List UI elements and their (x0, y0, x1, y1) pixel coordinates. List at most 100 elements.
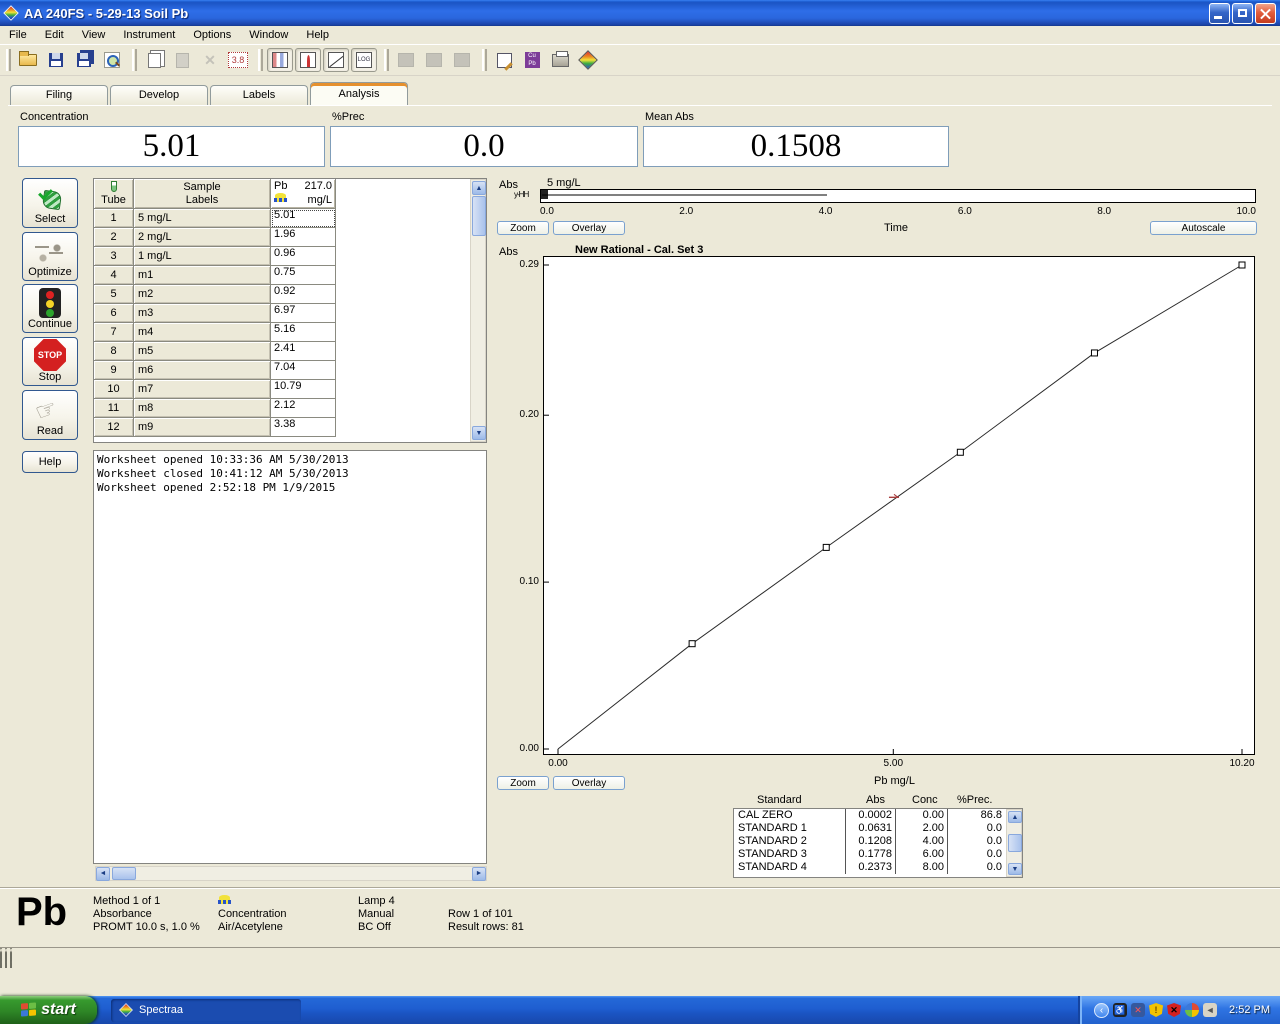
menu-item[interactable]: Instrument (114, 27, 184, 43)
sample-value-cell[interactable]: 2.41 (271, 342, 336, 361)
tube-number-cell[interactable]: 10 (94, 380, 134, 399)
tube-number-cell[interactable]: 8 (94, 342, 134, 361)
worksheet-tab[interactable]: MPH 503_Water 4-24-14 Pb 02 (10, 948, 12, 968)
standard-row[interactable]: STANDARD 2 0.1208 4.00 0.0 (734, 835, 1006, 848)
select-button[interactable]: Select (22, 178, 78, 228)
worksheet-tab[interactable]: 060614 (0, 948, 2, 968)
save-button[interactable] (43, 48, 69, 72)
hide-icons-chevron[interactable]: ‹ (1094, 1003, 1109, 1018)
standard-row[interactable]: CAL ZERO 0.0002 0.00 86.8 (734, 809, 1006, 822)
scroll-thumb[interactable] (112, 867, 136, 880)
sample-value-cell[interactable]: 5.01 (271, 209, 336, 228)
print-button[interactable] (547, 48, 573, 72)
sample-value-cell[interactable]: 2.12 (271, 399, 336, 418)
tube-column-header[interactable]: Tube (94, 179, 134, 209)
standard-row[interactable]: STANDARD 3 0.1778 6.00 0.0 (734, 848, 1006, 861)
cal-overlay-button[interactable]: Overlay (553, 776, 625, 790)
sample-value-cell[interactable]: 3.38 (271, 418, 336, 437)
tube-number-cell[interactable]: 6 (94, 304, 134, 323)
sample-label-cell[interactable]: m9 (134, 418, 271, 437)
scroll-up-button[interactable]: ▲ (472, 181, 486, 195)
page-tab[interactable]: Develop (110, 85, 208, 105)
sample-row[interactable]: 7 m4 5.16 (94, 323, 486, 342)
report-settings-button[interactable] (491, 48, 517, 72)
sample-label-cell[interactable]: m8 (134, 399, 271, 418)
standard-row[interactable]: STANDARD 1 0.0631 2.00 0.0 (734, 822, 1006, 835)
labels-column-header[interactable]: SampleLabels (134, 179, 271, 209)
worksheet-tab[interactable]: 5-28-13 Soil Pb Mcneese 04 (5, 948, 7, 968)
tube-number-cell[interactable]: 9 (94, 361, 134, 380)
show-log-toggle[interactable]: LOG (351, 48, 377, 72)
restore-button[interactable] (1232, 3, 1253, 24)
sample-row[interactable]: 12 m9 3.38 (94, 418, 486, 437)
trace-zoom-button[interactable]: Zoom (497, 221, 549, 235)
taskbar-item-spectraa[interactable]: Spectraa (111, 999, 301, 1022)
trace-overlay-button[interactable]: Overlay (553, 221, 625, 235)
show-table-toggle[interactable] (267, 48, 293, 72)
scroll-thumb[interactable] (1008, 834, 1022, 852)
sample-row[interactable]: 8 m5 2.41 (94, 342, 486, 361)
scroll-down-button[interactable]: ▼ (1008, 863, 1022, 875)
copy-button[interactable] (141, 48, 167, 72)
sample-row[interactable]: 3 1 mg/L 0.96 (94, 247, 486, 266)
menu-item[interactable]: Edit (36, 27, 73, 43)
security-error-icon[interactable]: ✕ (1167, 1003, 1181, 1017)
save-all-button[interactable] (71, 48, 97, 72)
scroll-right-button[interactable]: ► (472, 867, 486, 881)
sample-value-cell[interactable]: 7.04 (271, 361, 336, 380)
menu-item[interactable]: Options (184, 27, 240, 43)
page-tab[interactable]: Labels (210, 85, 308, 105)
sample-value-cell[interactable]: 0.92 (271, 285, 336, 304)
log-hscrollbar[interactable]: ◄ ► (95, 866, 487, 881)
sample-row[interactable]: 6 m3 6.97 (94, 304, 486, 323)
sample-value-cell[interactable]: 5.16 (271, 323, 336, 342)
standards-scrollbar[interactable]: ▲ ▼ (1006, 809, 1022, 877)
sample-value-cell[interactable]: 0.96 (271, 247, 336, 266)
sample-row[interactable]: 9 m6 7.04 (94, 361, 486, 380)
sample-row[interactable]: 2 2 mg/L 1.96 (94, 228, 486, 247)
menu-item[interactable]: Help (297, 27, 338, 43)
sample-label-cell[interactable]: m7 (134, 380, 271, 399)
show-calibration-toggle[interactable] (323, 48, 349, 72)
menu-item[interactable]: Window (240, 27, 297, 43)
continue-button[interactable]: Continue (22, 284, 78, 333)
sample-row[interactable]: 5 m2 0.92 (94, 285, 486, 304)
page-tab[interactable]: Filing (10, 85, 108, 105)
tube-number-cell[interactable]: 2 (94, 228, 134, 247)
minimize-button[interactable] (1209, 3, 1230, 24)
sample-row[interactable]: 4 m1 0.75 (94, 266, 486, 285)
sample-row[interactable]: 11 m8 2.12 (94, 399, 486, 418)
sample-label-cell[interactable]: 1 mg/L (134, 247, 271, 266)
page-tab[interactable]: Analysis (310, 82, 408, 105)
sample-label-cell[interactable]: 2 mg/L (134, 228, 271, 247)
sample-row[interactable]: 1 5 mg/L 5.01 (94, 209, 486, 228)
tube-number-cell[interactable]: 12 (94, 418, 134, 437)
tube-number-cell[interactable]: 1 (94, 209, 134, 228)
cal-zoom-button[interactable]: Zoom (497, 776, 549, 790)
open-worksheet-button[interactable] (15, 48, 41, 72)
tube-number-cell[interactable]: 5 (94, 285, 134, 304)
sig-figures-button[interactable]: 3.8 (225, 48, 251, 72)
volume-tray-icon[interactable]: ◄ (1203, 1003, 1217, 1017)
tube-number-cell[interactable]: 4 (94, 266, 134, 285)
sample-label-cell[interactable]: m4 (134, 323, 271, 342)
sample-label-cell[interactable]: m1 (134, 266, 271, 285)
tube-number-cell[interactable]: 3 (94, 247, 134, 266)
sample-table-scrollbar[interactable]: ▲ ▼ (470, 179, 486, 442)
menu-item[interactable]: File (0, 27, 36, 43)
stop-button[interactable]: STOP Stop (22, 337, 78, 386)
scroll-thumb[interactable] (472, 196, 486, 236)
network-error-tray-icon[interactable]: ✕ (1131, 1003, 1145, 1017)
standard-row[interactable]: STANDARD 4 0.2373 8.00 0.0 (734, 861, 1006, 874)
tube-number-cell[interactable]: 7 (94, 323, 134, 342)
element-button[interactable]: CuPb (519, 48, 545, 72)
scroll-up-button[interactable]: ▲ (1008, 811, 1022, 823)
tube-number-cell[interactable]: 11 (94, 399, 134, 418)
autoscale-button[interactable]: Autoscale (1150, 221, 1257, 235)
sample-value-cell[interactable]: 0.75 (271, 266, 336, 285)
sample-value-cell[interactable]: 1.96 (271, 228, 336, 247)
sample-label-cell[interactable]: m2 (134, 285, 271, 304)
show-signal-toggle[interactable] (295, 48, 321, 72)
browser-tray-icon[interactable] (1185, 1003, 1199, 1017)
sample-value-cell[interactable]: 6.97 (271, 304, 336, 323)
